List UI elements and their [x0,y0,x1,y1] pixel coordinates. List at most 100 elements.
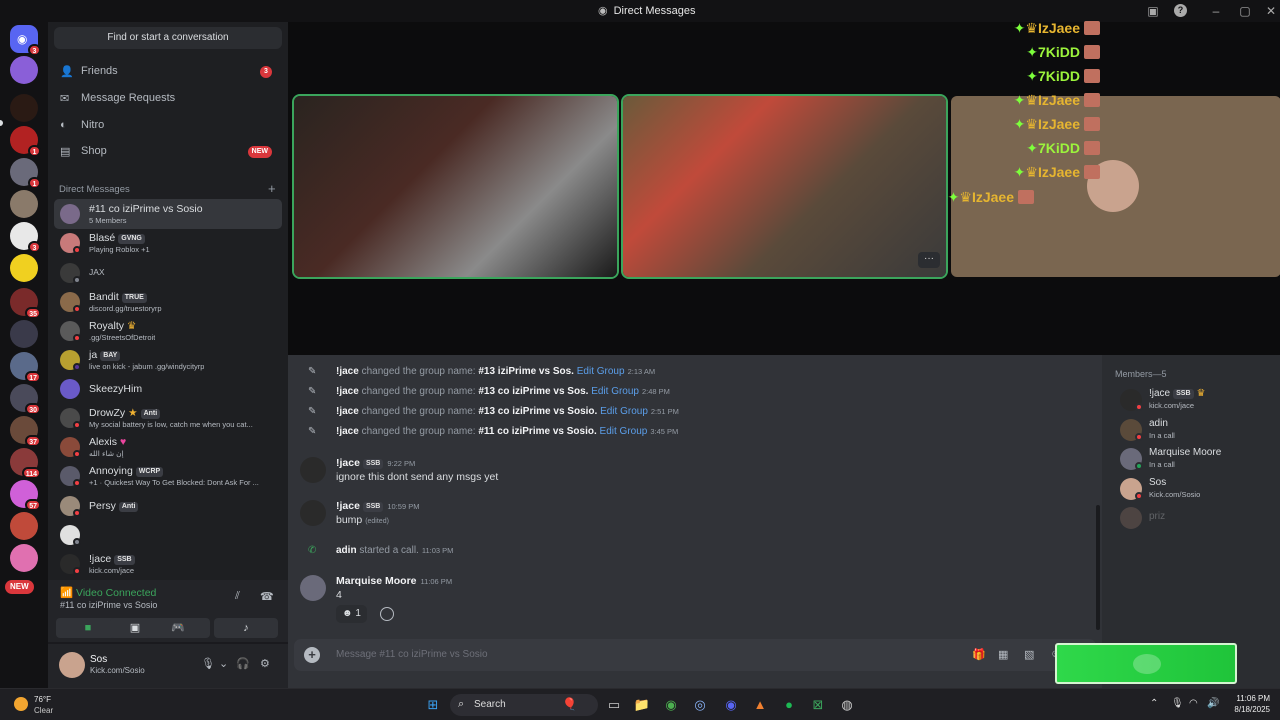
minimize-button[interactable]: – [1207,3,1225,19]
emote-icon [1084,117,1100,131]
server-icon[interactable] [10,254,38,282]
taskbar-search[interactable]: ⌕ Search 🎈 [450,694,598,716]
help-icon[interactable]: ? [1174,4,1187,17]
create-dm-icon[interactable]: + [268,181,276,196]
member-item[interactable]: Sos Kick.com/Sosio [1120,476,1270,506]
app-icon[interactable]: ▲ [750,695,770,715]
server-rail: ◉ 3 1 1 3 35 17 30 37 114 57 NEW [0,22,48,688]
dm-item[interactable]: ja BAY live on kick - jabum .gg/windycity… [54,345,282,375]
dm-item[interactable]: Persy Anti [54,491,282,521]
server-icon[interactable] [10,56,38,84]
avatar[interactable] [300,500,326,526]
server-icon[interactable]: 30 [10,384,41,415]
home-button[interactable]: ◉ 3 [10,25,41,56]
video-tile[interactable] [294,96,617,277]
green-overlay-button[interactable] [1055,643,1237,684]
dm-item[interactable]: Blasé GVNG Playing Roblox +1 [54,228,282,258]
gif-icon[interactable]: ▦ [998,648,1008,661]
chrome-icon[interactable]: ◉ [661,695,681,715]
video-tile[interactable] [951,96,1280,277]
dm-item[interactable] [54,520,282,550]
server-icon[interactable]: 1 [10,158,41,189]
file-explorer-icon[interactable]: 📁 [632,695,652,715]
wifi-icon[interactable]: ◠ [1189,698,1198,709]
voice-channel[interactable]: #11 co iziPrime vs Sosio [60,600,157,610]
discord-icon: ◉ [17,32,28,46]
dm-item[interactable]: SkeezyHim [54,374,282,404]
scrollbar[interactable] [1096,505,1100,630]
chevron-up-icon[interactable]: ⌃ [1150,698,1158,709]
microphone-icon[interactable]: 🎙 [201,657,215,670]
message-input[interactable]: + Message #11 co iziPrime vs Sosio 🎁 ▦ ▧… [294,639,1096,671]
server-icon[interactable]: 3 [10,222,41,253]
headphones-icon[interactable]: 🎧 [236,657,250,670]
spotify-icon[interactable]: ● [779,695,799,715]
server-icon[interactable] [10,190,38,218]
dm-item[interactable]: Annoying WCRP +1 · Quickest Way To Get Bl… [54,461,282,491]
xbox-icon[interactable]: ⊠ [808,695,828,715]
windows-start-icon[interactable]: ⊞ [423,695,443,715]
task-view-icon[interactable]: ▭ [604,695,624,715]
nav-message-requests[interactable]: ✉ Message Requests [54,87,282,111]
dm-item[interactable]: Bandit TRUE discord.gg/truestoryrp [54,287,282,317]
microphone-icon[interactable]: 🎙 [1171,698,1184,709]
system-message: !jace changed the group name: #13 co izi… [336,386,670,397]
upload-plus-icon[interactable]: + [304,647,320,663]
dm-item[interactable]: Royalty ♛ .gg/StreetsOfDetroit [54,316,282,346]
maximize-button[interactable]: ▢ [1236,3,1254,19]
server-icon[interactable] [10,94,38,122]
clock[interactable]: 11:06 PM 8/18/2025 [1224,694,1270,714]
avatar[interactable] [300,457,326,483]
message-author[interactable]: !jace SSB 10:59 PM [336,500,419,512]
sticker-icon[interactable]: ▧ [1024,648,1034,661]
message-author[interactable]: !jace SSB 9:22 PM [336,457,415,469]
message-author[interactable]: Marquise Moore 11:06 PM [336,575,452,587]
server-icon[interactable] [10,512,38,540]
find-conversation-button[interactable]: Find or start a conversation [54,27,282,49]
discord-taskbar-icon[interactable]: ◉ [721,695,741,715]
activity-button[interactable]: 🎮 [146,618,210,638]
avatar[interactable] [59,652,85,678]
video-tile[interactable] [623,96,946,277]
member-item[interactable]: adin In a call [1120,417,1270,447]
soundboard-icon: ♪ [243,622,249,634]
server-icon[interactable]: 35 [10,288,41,319]
server-icon[interactable]: 57 [10,480,41,511]
nav-shop[interactable]: ▤ Shop NEW [54,140,282,164]
inbox-icon[interactable]: ▣ [1144,3,1162,19]
dm-item[interactable]: #11 co iziPrime vs Sosio 5 Members [54,199,282,229]
soundboard-button[interactable]: ♪ [214,618,278,638]
member-item[interactable]: priz [1120,505,1270,535]
close-button[interactable]: ✕ [1262,3,1280,19]
app-icon[interactable]: ◍ [837,695,857,715]
settings-gear-icon[interactable]: ⚙ [260,657,270,670]
server-icon[interactable]: 37 [10,416,41,447]
call-area: ··· ✦♛IzJaee ✦7KiDD ✦7KiDD ✦♛IzJaee ✦♛Iz… [288,20,1280,355]
volume-icon[interactable]: 🔊 [1207,698,1219,709]
avatar[interactable] [300,575,326,601]
server-icon[interactable]: 114 [10,448,41,479]
dm-item[interactable]: !jace SSB kick.com/jace [54,549,282,579]
more-options-button[interactable]: ··· [918,252,940,268]
dm-item[interactable]: DrowZy ★ Anti My social battery is low, ca… [54,403,282,433]
members-header: Members—5 [1115,369,1167,379]
dm-item[interactable]: JAX [54,258,282,288]
add-reaction-icon[interactable] [380,607,394,621]
member-item[interactable]: Marquise Moore In a call [1120,446,1270,476]
nav-friends[interactable]: 👤 Friends 3 [54,60,282,84]
disconnect-icon[interactable]: ☎ [260,590,274,603]
steam-icon[interactable]: ◎ [690,695,710,715]
chevron-down-icon[interactable]: ⌄ [219,657,228,670]
server-icon[interactable]: 1 [10,126,41,157]
dm-item[interactable]: Alexis ♥ إن شاء الله [54,432,282,462]
gift-icon[interactable]: 🎁 [972,648,986,661]
nav-nitro[interactable]: ◐ Nitro [54,114,282,138]
call-system-message: adin started a call. 11:03 PM [336,545,454,556]
server-icon[interactable] [10,544,38,572]
member-item[interactable]: !jace SSB ♛ kick.com/jace [1120,387,1270,417]
emote-icon [1084,93,1100,107]
noise-suppression-icon[interactable]: ⫽ [235,590,240,603]
server-icon[interactable] [10,320,38,348]
server-icon[interactable]: 17 [10,352,41,383]
reaction-button[interactable]: ☻ 1 [336,605,367,623]
